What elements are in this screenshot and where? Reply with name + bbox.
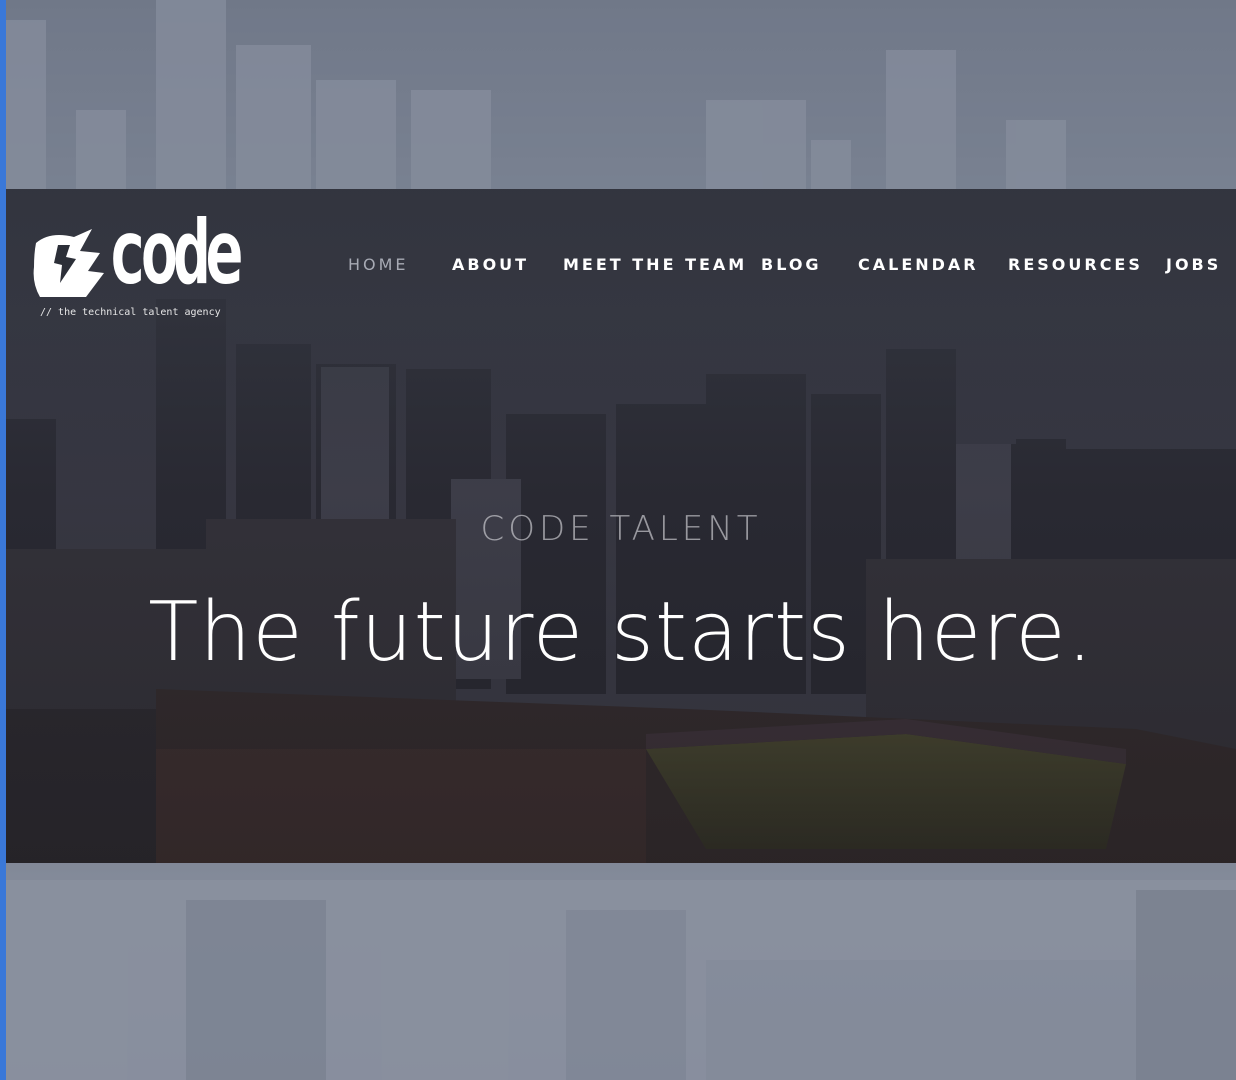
hero-section: code // the technical talent agency HOME…	[6, 189, 1236, 863]
nav-blog[interactable]: BLOG	[761, 255, 822, 274]
window-edge	[0, 0, 6, 1080]
nav-home[interactable]: HOME	[348, 255, 409, 274]
nav-jobs[interactable]: JOBS	[1166, 255, 1221, 274]
hero-headline: The future starts here.	[148, 585, 1094, 680]
logo-wordmark: code	[108, 201, 243, 304]
hero-kicker: CODE TALENT	[480, 509, 762, 549]
logo-tagline: // the technical talent agency	[40, 307, 221, 318]
page: code // the technical talent agency HOME…	[0, 0, 1236, 1080]
main-nav: HOME ABOUT MEET THE TEAM BLOG CALENDAR R…	[6, 255, 1236, 279]
nav-meet-the-team[interactable]: MEET THE TEAM	[563, 255, 747, 274]
nav-calendar[interactable]: CALENDAR	[858, 255, 979, 274]
nav-resources[interactable]: RESOURCES	[1008, 255, 1143, 274]
nav-about[interactable]: ABOUT	[452, 255, 529, 274]
